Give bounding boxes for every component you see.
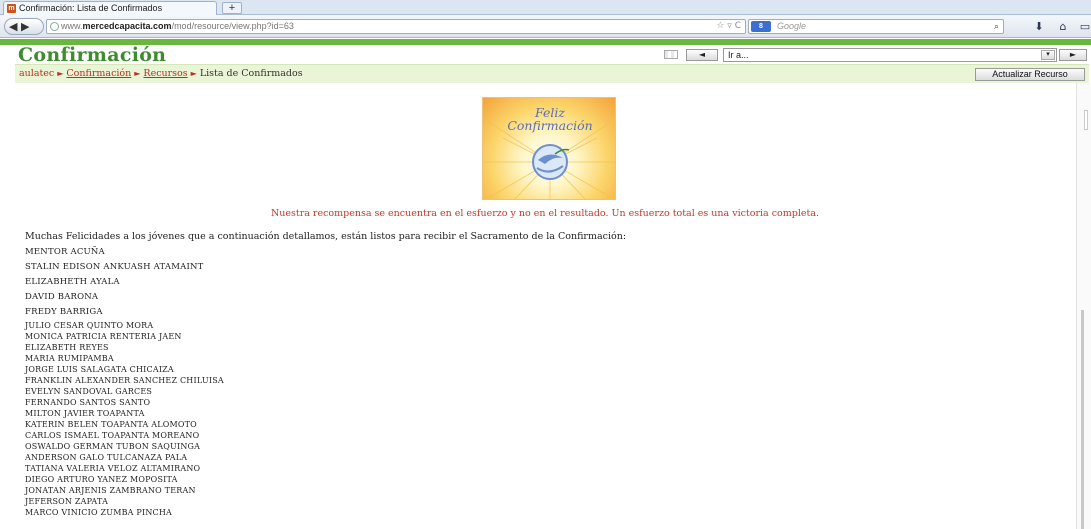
chevron-down-icon[interactable]: ▾ xyxy=(1041,50,1055,60)
list-item: MONICA PATRICIA RENTERIA JAEN xyxy=(25,332,182,341)
navigation-bar: aulatec ► Confirmación ► Recursos ► Lista de C… xyxy=(15,64,1089,83)
menu-icon[interactable]: ▭ xyxy=(1078,20,1091,34)
confirmed-names-list: MENTOR ACUÑA STALIN EDISON ANKUASH ATAMAI… xyxy=(25,245,224,518)
list-item: EVELYN SANDOVAL GARCES xyxy=(25,387,153,396)
list-item: FRANKLIN ALEXANDER SANCHEZ CHILUISA xyxy=(25,376,224,385)
url-host: mercedcapacita.com xyxy=(82,21,172,31)
breadcrumb-separator-icon: ► xyxy=(134,69,141,78)
list-item: STALIN EDISON ANKUASH ATAMAINT xyxy=(25,262,204,272)
list-item: DIEGO ARTURO YANEZ MOPOSITA xyxy=(25,475,178,484)
flag-icon xyxy=(664,50,678,59)
jump-to-value: Ir a... xyxy=(728,50,749,60)
search-engine-icon[interactable]: 8 xyxy=(751,21,771,32)
list-item: MILTON JAVIER TOAPANTA xyxy=(25,409,145,418)
jump-to-select[interactable]: Ir a... ▾ xyxy=(723,48,1057,62)
search-icon[interactable]: ⌕ xyxy=(994,20,999,33)
card-title-line2: Confirmación xyxy=(507,118,593,133)
breadcrumb-current: Lista de Confirmados xyxy=(199,68,303,79)
star-icon[interactable]: ☆ xyxy=(716,21,724,31)
home-icon[interactable]: ⌂ xyxy=(1056,20,1070,34)
list-item: CARLOS ISMAEL TOAPANTA MOREANO xyxy=(25,431,200,440)
page-header: Confirmación ◄ Ir a... ▾ ► xyxy=(0,44,1091,66)
moodle-favicon-icon: m xyxy=(7,4,16,13)
breadcrumb-aulatec[interactable]: aulatec xyxy=(19,68,54,79)
new-tab-button[interactable]: + xyxy=(222,2,242,14)
breadcrumb-separator-icon: ► xyxy=(190,69,197,78)
motivational-quote: Nuestra recompensa se encuentra en el es… xyxy=(270,208,820,219)
breadcrumb: aulatec ► Confirmación ► Recursos ► Lista de C… xyxy=(19,68,303,80)
side-marker xyxy=(1084,110,1088,130)
list-item: MARCO VINICIO ZUMBA PINCHA xyxy=(25,508,173,517)
browser-tab[interactable]: m Confirmación: Lista de Confirmados xyxy=(3,1,217,15)
breadcrumb-confirmacion[interactable]: Confirmación xyxy=(66,68,131,79)
back-forward-button[interactable]: ◀ ▶ xyxy=(4,18,44,35)
browser-nav-bar: ◀ ▶ www.mercedcapacita.com/mod/resource/… xyxy=(0,15,1091,38)
card-title: Feliz Confirmación xyxy=(483,106,615,133)
breadcrumb-separator-icon: ► xyxy=(57,69,64,78)
breadcrumb-recursos[interactable]: Recursos xyxy=(143,68,187,79)
list-item: MENTOR ACUÑA xyxy=(25,247,105,257)
intro-text: Muchas Felicidades a los jóvenes que a c… xyxy=(25,231,627,242)
list-item: JULIO CESAR QUINTO MORA xyxy=(25,321,154,330)
list-item: JONATAN ARJENIS ZAMBRANO TERAN xyxy=(25,486,196,495)
previous-activity-button[interactable]: ◄ xyxy=(686,49,718,61)
list-item: FREDY BARRIGA xyxy=(25,307,103,317)
resource-content: Feliz Confirmación Nuestra recompensa se… xyxy=(15,83,1075,529)
download-icon[interactable]: ⬇ xyxy=(1032,20,1046,34)
dropdown-icon[interactable]: ▿ xyxy=(727,21,732,31)
update-resource-button[interactable]: Actualizar Recurso xyxy=(975,68,1085,81)
list-item: ELIZABETH REYES xyxy=(25,343,109,352)
page-title: Confirmación xyxy=(18,44,167,66)
list-item: MARIA RUMIPAMBA xyxy=(25,354,114,363)
list-item: OSWALDO GERMAN TUBON SAQUINGA xyxy=(25,442,201,451)
url-actions: ☆ ▿ C xyxy=(716,20,741,33)
list-item: JEFERSON ZAPATA xyxy=(25,497,109,506)
browser-tab-bar: m Confirmación: Lista de Confirmados + xyxy=(0,0,1091,15)
search-placeholder: Google xyxy=(777,21,807,31)
globe-icon xyxy=(50,22,59,31)
list-item: KATERIN BELEN TOAPANTA ALOMOTO xyxy=(25,420,197,429)
address-bar[interactable]: www.mercedcapacita.com/mod/resource/view… xyxy=(46,19,746,34)
url-path: /mod/resource/view.php?id=63 xyxy=(171,21,294,31)
reload-icon[interactable]: C xyxy=(735,21,741,31)
list-item: DAVID BARONA xyxy=(25,292,99,302)
list-item: ANDERSON GALO TULCANAZA PALA xyxy=(25,453,188,462)
tab-title: Confirmación: Lista de Confirmados xyxy=(19,3,163,13)
list-item: JORGE LUIS SALAGATA CHICAIZA xyxy=(25,365,174,374)
list-item: TATIANA VALERIA VELOZ ALTAMIRANO xyxy=(25,464,201,473)
confirmation-card-image: Feliz Confirmación xyxy=(482,97,616,200)
url-prefix: www. xyxy=(61,21,83,31)
next-activity-button[interactable]: ► xyxy=(1059,49,1087,61)
search-bar[interactable]: 8 Google ⌕ xyxy=(748,19,1004,34)
scrollbar-thumb[interactable] xyxy=(1081,310,1084,529)
list-item: FERNANDO SANTOS SANTO xyxy=(25,398,151,407)
list-item: ELIZABHETH AYALA xyxy=(25,277,120,287)
